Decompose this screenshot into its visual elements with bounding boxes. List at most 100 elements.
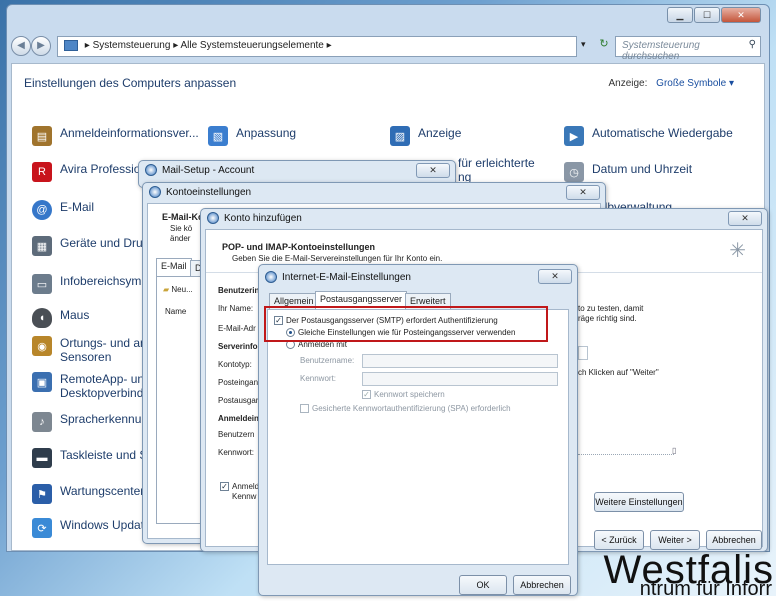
cp-item-taskbar[interactable]: ▬ Taskleiste und Sta xyxy=(32,448,157,468)
cancel-button[interactable]: Abbrechen xyxy=(706,530,762,550)
next-button[interactable]: Weiter > xyxy=(650,530,700,550)
view-selector: Anzeige: Große Symbole ▾ xyxy=(608,78,734,89)
search-icon[interactable]: ⚲ xyxy=(749,39,756,50)
background-text-small: ntrum für Inforr xyxy=(639,578,772,600)
close-button[interactable]: ✕ xyxy=(566,185,600,200)
breadcrumb-item[interactable]: Alle Systemsteuerungselemente xyxy=(180,40,323,51)
close-button[interactable]: ✕ xyxy=(721,7,761,23)
header-subtitle: Geben Sie die E-Mail-Servereinstellungen… xyxy=(232,254,443,263)
slider-track[interactable] xyxy=(578,454,674,455)
forward-icon[interactable]: ▶ xyxy=(31,36,51,56)
field-label: Anmeldein xyxy=(218,414,259,423)
window-controls: ▁ ☐ ✕ xyxy=(667,7,761,23)
column-header-name: Name xyxy=(165,307,187,316)
view-label: Anzeige: xyxy=(608,78,648,89)
close-button[interactable]: ✕ xyxy=(538,269,572,284)
field-label: Postausgan xyxy=(218,396,261,405)
back-button[interactable]: < Zurück xyxy=(594,530,644,550)
field-label: Benutzern xyxy=(218,430,255,439)
page-title: Einstellungen des Computers anpassen xyxy=(24,76,237,90)
cp-item-action-center[interactable]: ⚑ Wartungscenter xyxy=(32,484,144,504)
field-label: Kennwort: xyxy=(218,448,255,457)
tab-email[interactable]: E-Mail xyxy=(156,258,192,276)
info-text: to zu testen, damit xyxy=(578,304,644,313)
autoplay-icon: ▶ xyxy=(564,126,584,146)
cp-item-credentials[interactable]: ▤ Anmeldeinformationsver... xyxy=(32,126,199,146)
username-label: Benutzername: xyxy=(300,356,355,365)
cp-item-location-sensors[interactable]: ◉ Ortungs- und an Sensoren xyxy=(32,336,147,364)
clock-icon: ◷ xyxy=(564,162,584,182)
cp-item-windows-update[interactable]: ⟳ Windows Update xyxy=(32,518,151,538)
cp-item-devices[interactable]: ▦ Geräte und Druc xyxy=(32,236,149,256)
dialog-title: Mail-Setup - Account xyxy=(162,164,255,176)
cursor-icon: ✳ xyxy=(729,240,746,262)
close-button[interactable]: ✕ xyxy=(728,211,762,226)
description-line: änder xyxy=(170,234,191,243)
address-dropdown-icon[interactable]: ▾ xyxy=(581,39,586,50)
info-text: räge richtig sind. xyxy=(578,314,637,323)
cancel-button[interactable]: Abbrechen xyxy=(513,575,571,595)
dialog-title: Kontoeinstellungen xyxy=(166,186,252,198)
cp-item-avira[interactable]: R Avira Profession xyxy=(32,162,147,182)
slider-thumb-icon[interactable]: ▯ xyxy=(672,446,676,455)
maximize-button[interactable]: ☐ xyxy=(694,7,720,23)
checkbox-label: Kennw xyxy=(232,492,257,501)
highlight-box xyxy=(264,306,548,342)
close-button[interactable]: ✕ xyxy=(416,163,450,178)
cp-item-notification-area[interactable]: ▭ Infobereichsymb xyxy=(32,274,148,294)
personalization-icon: ▧ xyxy=(208,126,228,146)
description-line: Sie kö xyxy=(170,224,193,233)
action-center-flag-icon: ⚑ xyxy=(32,484,52,504)
field-label: Ihr Name: xyxy=(218,304,254,313)
new-account-button[interactable]: ▰ Neu... xyxy=(163,285,193,294)
cp-item-remoteapp[interactable]: ▣ RemoteApp- und Desktopverbindu xyxy=(32,372,151,400)
remember-password-checkbox[interactable]: ✓ Kennwort speichern xyxy=(362,390,445,400)
mail-setup-icon xyxy=(145,164,157,176)
notification-area-icon: ▭ xyxy=(32,274,52,294)
display-icon: ▨ xyxy=(390,126,410,146)
password-field[interactable] xyxy=(362,372,558,386)
checkbox-checked-icon: ✓ xyxy=(362,390,371,400)
username-field[interactable] xyxy=(362,354,558,368)
control-panel-icon xyxy=(64,40,78,51)
password-label: Kennwort: xyxy=(300,374,337,383)
cp-item-autoplay[interactable]: ▶ Automatische Wiedergabe xyxy=(564,126,733,146)
mouse-icon: ◖ xyxy=(32,308,52,328)
cp-item-display[interactable]: ▨ Anzeige xyxy=(390,126,461,146)
breadcrumb-item[interactable]: Systemsteuerung xyxy=(93,40,171,51)
account-settings-icon xyxy=(149,186,161,198)
address-field[interactable]: ▸ Systemsteuerung ▸ Alle Systemsteuerung… xyxy=(57,36,577,57)
dialog-title: Konto hinzufügen xyxy=(224,212,302,224)
cp-item-personalization[interactable]: ▧ Anpassung xyxy=(208,126,296,146)
cp-item-speech[interactable]: ♪ Spracherkennung xyxy=(32,412,155,432)
section-title: E-Mail-Ko xyxy=(162,212,204,222)
outgoing-server-panel: ✓ Der Postausgangsserver (SMTP) erfordert… xyxy=(267,309,569,565)
back-icon[interactable]: ◀ xyxy=(11,36,31,56)
cp-item-accessibility[interactable]: für erleichterte ng xyxy=(458,156,535,184)
new-icon: ▰ xyxy=(163,285,170,294)
cp-item-mouse[interactable]: ◖ Maus xyxy=(32,308,89,328)
avira-icon: R xyxy=(32,162,52,182)
search-input[interactable]: Systemsteuerung durchsuchen ⚲ xyxy=(615,36,761,62)
credential-manager-icon: ▤ xyxy=(32,126,52,146)
spa-checkbox[interactable]: Gesicherte Kennwortauthentifizierung (SP… xyxy=(300,404,511,414)
view-dropdown[interactable]: Große Symbole ▾ xyxy=(656,78,734,89)
field-label: Posteingan xyxy=(218,378,259,387)
cp-item-datetime[interactable]: ◷ Datum und Uhrzeit xyxy=(564,162,692,182)
remember-login-checkbox[interactable]: ✓ Anmeld xyxy=(220,482,259,492)
field-label: Benutzerin xyxy=(218,286,260,295)
refresh-icon[interactable]: ↻ xyxy=(595,37,613,55)
minimize-button[interactable]: ▁ xyxy=(667,7,693,23)
field-label: E-Mail-Adr xyxy=(218,324,256,333)
field-label: Kontotyp: xyxy=(218,360,252,369)
field-label: Serverinfor xyxy=(218,342,261,351)
more-settings-button[interactable]: Weitere Einstellungen xyxy=(594,492,684,512)
cp-item-email[interactable]: @ E-Mail xyxy=(32,200,94,220)
checkbox-unchecked-icon xyxy=(300,404,309,414)
devices-printers-icon: ▦ xyxy=(32,236,52,256)
ok-button[interactable]: OK xyxy=(459,575,507,595)
dialog-title: Internet-E-Mail-Einstellungen xyxy=(282,271,411,283)
address-bar: ◀ ▶ ▸ Systemsteuerung ▸ Alle Systemsteue… xyxy=(11,35,765,62)
taskbar-icon: ▬ xyxy=(32,448,52,468)
test-settings-checkbox[interactable] xyxy=(578,346,588,360)
